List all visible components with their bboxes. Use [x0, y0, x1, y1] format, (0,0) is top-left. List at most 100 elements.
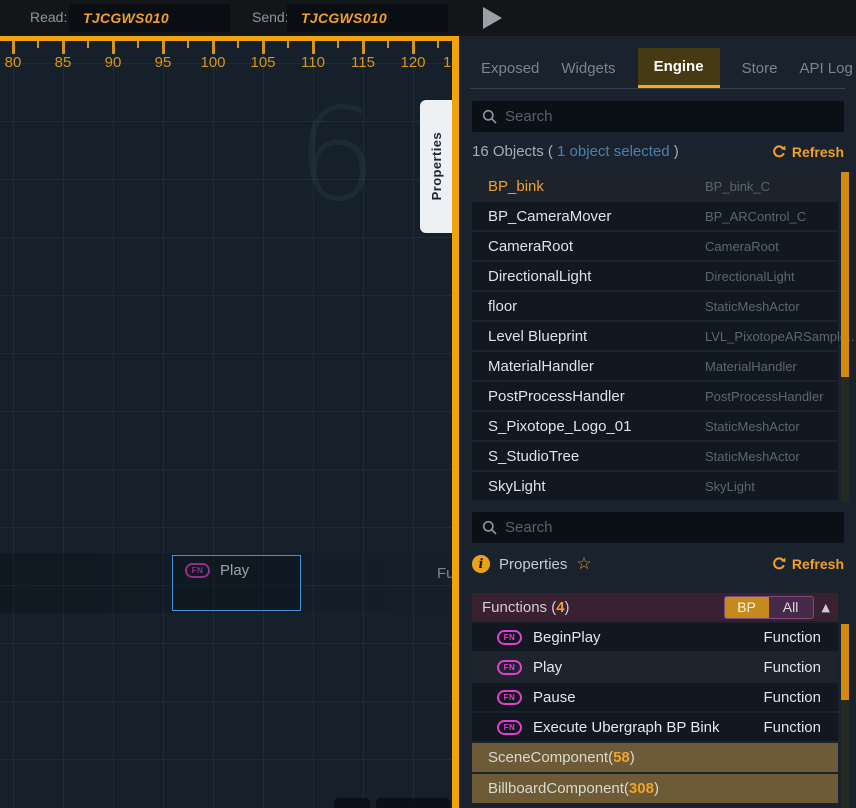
component-section-header[interactable]: SceneComponent (58): [472, 743, 838, 772]
tab-label: Store: [742, 60, 778, 77]
drag-ghost-clipped-text: Func: [437, 565, 452, 582]
object-row[interactable]: PostProcessHandler PostProcessHandler: [472, 382, 838, 410]
graph-canvas[interactable]: 808590951001051101151201 6 FN Play Func …: [0, 36, 459, 808]
component-count: 58: [613, 749, 630, 766]
object-row[interactable]: BP_CameraMover BP_ARControl_C: [472, 202, 838, 230]
ruler-tick-minor: [37, 41, 39, 48]
objects-search-input[interactable]: [505, 108, 805, 125]
watermark-digit: 6: [296, 81, 377, 230]
properties-search-input[interactable]: [505, 519, 805, 536]
function-row[interactable]: FN BeginPlay Function: [472, 623, 838, 651]
ruler-tick-minor: [87, 41, 89, 48]
read-label: Read:: [30, 9, 67, 25]
component-section-header[interactable]: BillboardComponent (308): [472, 774, 838, 803]
objects-scrollbar-thumb[interactable]: [841, 172, 849, 377]
ruler-tick-minor: [187, 41, 189, 48]
bp-filter-button[interactable]: BP: [725, 597, 769, 618]
ruler-tick-label: 95: [143, 54, 183, 71]
object-row[interactable]: BP_bink BP_bink_C: [472, 172, 838, 200]
tab-store[interactable]: Store: [742, 48, 778, 88]
properties-refresh-button[interactable]: Refresh: [772, 556, 844, 572]
component-sections: SceneComponent (58) BillboardComponent (…: [459, 743, 856, 803]
functions-section-header[interactable]: Functions (4) BP All ▲: [472, 593, 838, 621]
object-type: BP_bink_C: [705, 179, 770, 194]
ruler-tick-major: [112, 41, 115, 54]
object-row[interactable]: Level Blueprint LVL_PixotopeARSample..: [472, 322, 838, 350]
function-name: Execute Ubergraph BP Bink: [533, 719, 720, 736]
object-type: MaterialHandler: [705, 359, 797, 374]
object-type: PostProcessHandler: [705, 389, 824, 404]
ruler-tick-label: 80: [0, 54, 33, 71]
right-panel: Exposed Widgets Engine Store API Log 16 …: [459, 36, 856, 808]
drag-ghost-row: FN Play: [173, 556, 300, 579]
search-icon: [482, 109, 497, 124]
functions-count: 4: [556, 599, 564, 616]
object-type: StaticMeshActor: [705, 419, 800, 434]
properties-searchbox[interactable]: [472, 512, 844, 543]
ruler-tick-minor: [237, 41, 239, 48]
function-name: Pause: [533, 689, 576, 706]
properties-side-tab[interactable]: Properties: [420, 100, 452, 233]
function-name: Play: [533, 659, 562, 676]
functions-section-title: Functions (4): [482, 599, 570, 616]
drag-ghost-play[interactable]: FN Play: [172, 555, 301, 611]
functions-header-controls: BP All ▲: [724, 596, 830, 619]
search-icon: [482, 520, 497, 535]
ruler-tick-label: 100: [193, 54, 233, 71]
panel-tabbar: Exposed Widgets Engine Store API Log: [459, 36, 856, 88]
tab-api-log[interactable]: API Log: [799, 48, 852, 88]
play-icon[interactable]: [483, 7, 502, 29]
ruler-tick-label: 85: [43, 54, 83, 71]
info-icon[interactable]: i: [472, 555, 490, 573]
function-badge-icon: FN: [497, 720, 522, 735]
object-type: StaticMeshActor: [705, 299, 800, 314]
ruler-tick-label: 120: [393, 54, 433, 71]
objects-refresh-button[interactable]: Refresh: [772, 144, 844, 160]
object-row[interactable]: CameraRoot CameraRoot: [472, 232, 838, 260]
component-section-name: BillboardComponent: [488, 780, 624, 797]
object-name: S_Pixotope_Logo_01: [488, 418, 631, 435]
star-icon[interactable]: ☆: [576, 554, 591, 574]
object-name: BP_bink: [488, 178, 544, 195]
object-row[interactable]: DirectionalLight DirectionalLight: [472, 262, 838, 290]
function-row[interactable]: FN Execute Ubergraph BP Bink Function: [472, 713, 838, 741]
properties-scrollbar-thumb[interactable]: [841, 624, 849, 700]
drag-ghost-label: Play: [220, 562, 249, 579]
ruler-tick-major: [362, 41, 365, 54]
tab-widgets[interactable]: Widgets: [561, 48, 615, 88]
objects-searchbox[interactable]: [472, 101, 844, 132]
object-row[interactable]: SkyLight SkyLight: [472, 472, 838, 500]
object-row[interactable]: S_Pixotope_Logo_01 StaticMeshActor: [472, 412, 838, 440]
tab-label: Exposed: [481, 60, 539, 77]
function-row[interactable]: FN Play Function: [472, 653, 838, 681]
collapse-arrow-icon[interactable]: ▲: [822, 601, 830, 614]
object-type: BP_ARControl_C: [705, 209, 806, 224]
bp-all-toggle: BP All: [724, 596, 814, 619]
ruler-tick-label-clipped: 1: [443, 54, 451, 71]
send-label: Send:: [252, 9, 289, 25]
objects-header: 16 Objects ( 1 object selected ) Refresh: [472, 132, 844, 172]
function-row[interactable]: FN Pause Function: [472, 683, 838, 711]
object-name: CameraRoot: [488, 238, 573, 255]
all-filter-button[interactable]: All: [769, 597, 813, 618]
tab-engine[interactable]: Engine: [638, 48, 720, 88]
object-type: SkyLight: [705, 479, 755, 494]
ruler-tick-major: [162, 41, 165, 54]
properties-scrollbar[interactable]: [841, 624, 849, 808]
object-row[interactable]: floor StaticMeshActor: [472, 292, 838, 320]
function-badge-icon: FN: [497, 690, 522, 705]
component-count: 308: [629, 780, 654, 797]
object-name: PostProcessHandler: [488, 388, 625, 405]
objects-scrollbar[interactable]: [841, 172, 849, 502]
send-field[interactable]: TJCGWS010: [287, 4, 448, 32]
properties-header: i Properties ☆ Refresh: [472, 543, 844, 585]
objects-count-text: 16 Objects ( 1 object selected ): [472, 143, 679, 161]
object-name: floor: [488, 298, 517, 315]
properties-side-tab-label: Properties: [429, 132, 444, 200]
object-row[interactable]: S_StudioTree StaticMeshActor: [472, 442, 838, 470]
object-type: StaticMeshActor: [705, 449, 800, 464]
tab-exposed[interactable]: Exposed: [481, 48, 539, 88]
object-row[interactable]: MaterialHandler MaterialHandler: [472, 352, 838, 380]
read-field[interactable]: TJCGWS010: [69, 4, 230, 32]
ruler-tick-label: 90: [93, 54, 133, 71]
